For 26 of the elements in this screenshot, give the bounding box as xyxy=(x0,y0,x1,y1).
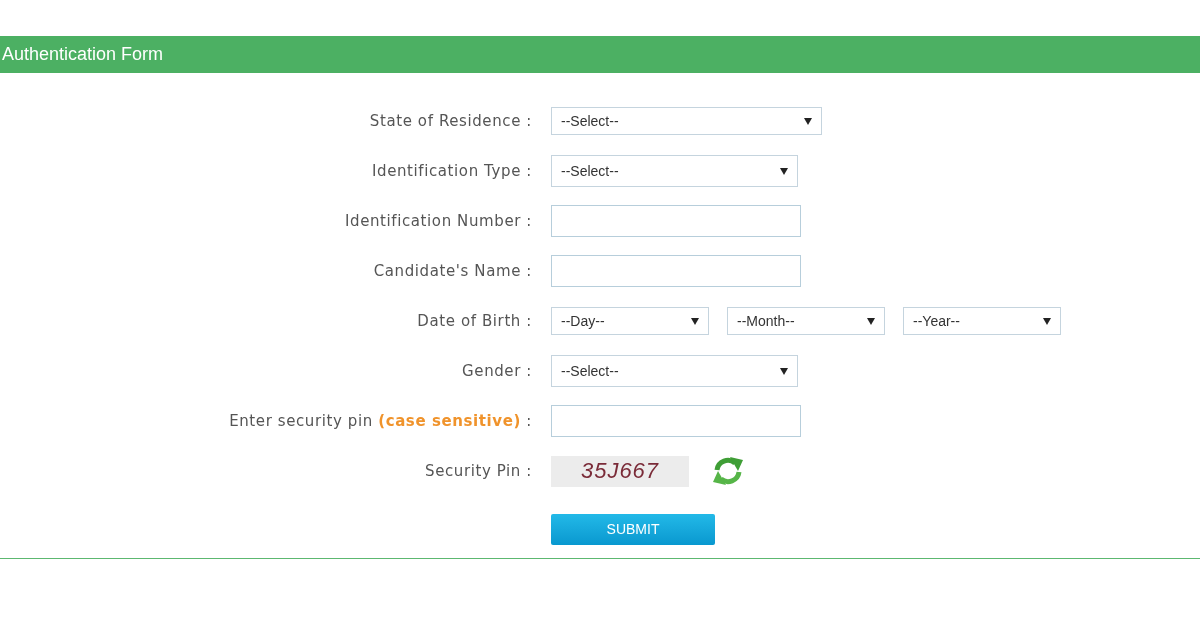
text-input[interactable] xyxy=(551,205,801,237)
field-label: Date of Birth : xyxy=(417,310,532,332)
field-label: Enter security pin (case sensitive) : xyxy=(229,410,532,432)
dropdown[interactable]: --Select-- xyxy=(551,355,798,387)
text-input[interactable] xyxy=(551,405,801,437)
form-title: Authentication Form xyxy=(1,43,164,66)
text-input[interactable] xyxy=(551,255,801,287)
caret-icon xyxy=(780,367,788,375)
caret-icon xyxy=(691,317,699,325)
caret-icon xyxy=(867,317,875,325)
caret-icon xyxy=(804,117,812,125)
caret-icon xyxy=(780,167,788,175)
field-label: Identification Number : xyxy=(345,210,532,232)
field-label: Identification Type : xyxy=(372,160,532,182)
refresh-icon[interactable] xyxy=(712,455,744,487)
dropdown[interactable]: --Day-- xyxy=(551,307,709,335)
dropdown[interactable]: --Select-- xyxy=(551,155,798,187)
captcha-text: 35J667 xyxy=(580,460,660,482)
field-label: Candidate's Name : xyxy=(373,260,532,282)
dropdown[interactable]: --Year-- xyxy=(903,307,1061,335)
dropdown[interactable]: --Month-- xyxy=(727,307,885,335)
field-label: Gender : xyxy=(462,360,532,382)
dropdown[interactable]: --Select-- xyxy=(551,107,822,135)
field-label: State of Residence : xyxy=(369,110,532,132)
caret-icon xyxy=(1043,317,1051,325)
field-label: Security Pin : xyxy=(425,460,532,482)
